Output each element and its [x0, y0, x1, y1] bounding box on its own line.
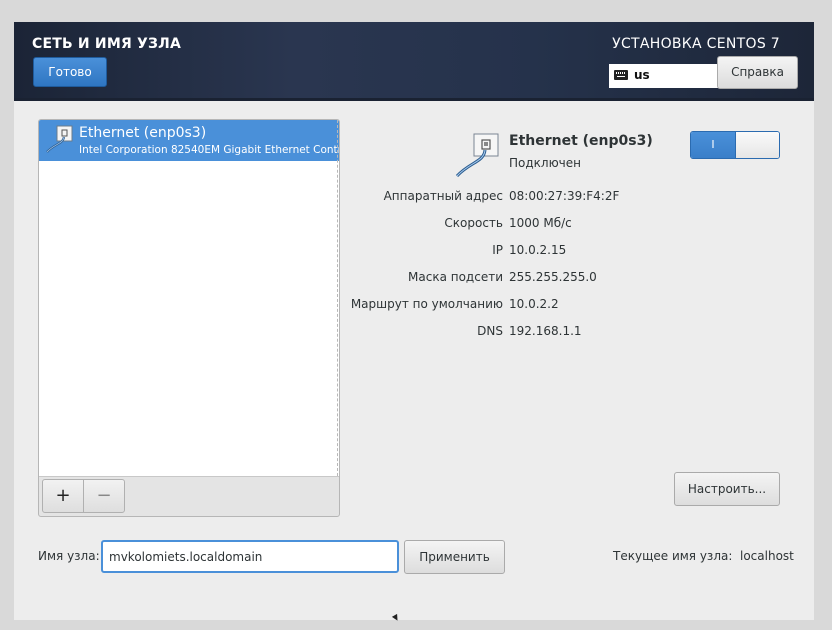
connection-list: Ethernet (enp0s3) Intel Corporation 8254… — [39, 120, 339, 477]
property-value: 255.255.255.0 — [509, 270, 597, 284]
property-value: 10.0.2.2 — [509, 297, 559, 311]
property-label: IP — [492, 243, 503, 257]
spoke-title: СЕТЬ И ИМЯ УЗЛА — [32, 36, 182, 52]
property-row-subnet-mask: Маска подсети 255.255.255.0 — [344, 270, 784, 288]
network-hostname-window: СЕТЬ И ИМЯ УЗЛА Готово УСТАНОВКА CENTOS … — [14, 22, 814, 620]
property-row-speed: Скорость 1000 Мб/с — [344, 216, 784, 234]
toggle-on-label: I — [691, 132, 736, 158]
property-row-default-route: Маршрут по умолчанию 10.0.2.2 — [344, 297, 784, 315]
current-hostname-label: Текущее имя узла: — [613, 549, 733, 563]
property-label: Аппаратный адрес — [383, 189, 503, 203]
hostname-input[interactable] — [101, 540, 399, 573]
install-title: УСТАНОВКА CENTOS 7 — [612, 36, 780, 52]
keyboard-layout-indicator[interactable]: us — [609, 64, 719, 88]
keyboard-icon — [614, 70, 628, 80]
connection-name: Ethernet (enp0s3) — [79, 125, 207, 141]
hostname-label: Имя узла: — [38, 549, 100, 563]
property-value: 08:00:27:39:F4:2F — [509, 189, 620, 203]
network-wired-icon — [44, 124, 74, 156]
keyboard-layout-label: us — [634, 68, 650, 82]
property-label: Маска подсети — [408, 270, 503, 284]
property-row-dns: DNS 192.168.1.1 — [344, 324, 784, 342]
toggle-knob — [736, 132, 779, 158]
header-bar: СЕТЬ И ИМЯ УЗЛА Готово УСТАНОВКА CENTOS … — [14, 22, 814, 101]
connection-toggle-switch[interactable]: I — [690, 131, 780, 159]
add-connection-button[interactable]: + — [42, 479, 84, 513]
done-button[interactable]: Готово — [33, 57, 107, 87]
property-row-hardware-address: Аппаратный адрес 08:00:27:39:F4:2F — [344, 189, 784, 207]
device-status: Подключен — [509, 156, 581, 170]
remove-connection-button[interactable]: − — [83, 479, 125, 513]
property-label: DNS — [477, 324, 503, 338]
property-value: 10.0.2.15 — [509, 243, 567, 257]
property-value: 192.168.1.1 — [509, 324, 582, 338]
help-button[interactable]: Справка — [717, 56, 798, 89]
network-wired-icon — [454, 132, 504, 182]
property-value: 1000 Мб/с — [509, 216, 572, 230]
device-name: Ethernet (enp0s3) — [509, 133, 653, 149]
connection-description: Intel Corporation 82540EM Gigabit Ethern… — [79, 144, 339, 156]
configure-button[interactable]: Настроить... — [674, 472, 780, 506]
property-label: Маршрут по умолчанию — [350, 297, 503, 311]
property-label: Скорость — [444, 216, 503, 230]
list-item[interactable]: Ethernet (enp0s3) Intel Corporation 8254… — [39, 120, 339, 161]
connection-list-panel: Ethernet (enp0s3) Intel Corporation 8254… — [38, 119, 340, 517]
property-row-ip: IP 10.0.2.15 — [344, 243, 784, 261]
apply-button[interactable]: Применить — [404, 540, 505, 574]
current-hostname-value: localhost — [740, 549, 794, 563]
